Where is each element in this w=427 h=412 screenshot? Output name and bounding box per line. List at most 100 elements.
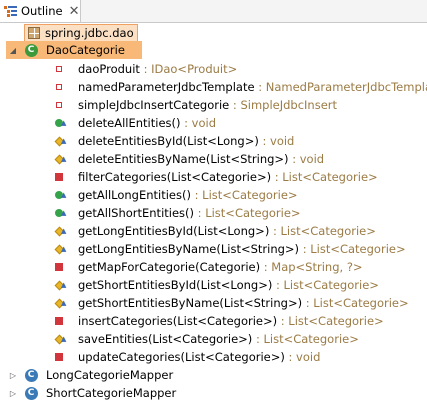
tree-item-member[interactable]: ▲ saveEntities(List<Categorie>) : List<Ca…: [52, 330, 427, 348]
override-indicator-icon: ▲: [61, 281, 67, 289]
method-protected-icon: ▲: [52, 278, 66, 292]
close-icon[interactable]: ✕: [69, 5, 80, 18]
tree-item-member[interactable]: getMapForCategorie(Categorie) : Map<Stri…: [52, 258, 427, 276]
override-indicator-icon: ▲: [61, 155, 67, 163]
member-type: : List<Categorie>: [302, 296, 409, 310]
member-type: : void: [288, 152, 325, 166]
tree-item-member[interactable]: namedParameterJdbcTemplate : NamedParame…: [52, 78, 427, 96]
member-name: getShortEntitiesById(List<Long>): [78, 278, 273, 292]
override-indicator-icon: ▲: [61, 209, 67, 217]
member-name: getAllShortEntities(): [78, 206, 195, 220]
tree-item-member[interactable]: ▲ getAllShortEntities() : List<Categorie>: [52, 204, 427, 222]
tree-item-member[interactable]: ▲ deleteAllEntities() : void: [52, 114, 427, 132]
member-label: saveEntities(List<Categorie>) : List<Cat…: [78, 332, 359, 346]
method-protected-icon: ▲: [52, 224, 66, 238]
chevron-right-icon[interactable]: ▷: [8, 388, 18, 398]
tree-item-package[interactable]: spring.jdbc.dao: [24, 24, 138, 42]
member-name: saveEntities(List<Categorie>): [78, 332, 253, 346]
member-type: : List<Categorie>: [269, 224, 376, 238]
member-name: filterCategories(List<Categorie>): [78, 170, 272, 184]
member-label: filterCategories(List<Categorie>) : List…: [78, 170, 378, 184]
tree-item-member[interactable]: filterCategories(List<Categorie>) : List…: [52, 168, 427, 186]
method-protected-icon: ▲: [52, 134, 66, 148]
tree-item-member[interactable]: simpleJdbcInsertCategorie : SimpleJdbcIn…: [52, 96, 427, 114]
member-label: getShortEntitiesById(List<Long>) : List<…: [78, 278, 379, 292]
member-label: getLongEntitiesByName(List<String>) : Li…: [78, 242, 406, 256]
member-type: : void: [180, 116, 217, 130]
override-indicator-icon: ▲: [61, 245, 67, 253]
field-private-icon: [52, 98, 66, 112]
override-indicator-icon: ▲: [61, 191, 67, 199]
member-label: insertCategories(List<Categorie>) : List…: [78, 314, 384, 328]
member-type: : List<Categorie>: [194, 206, 301, 220]
member-label: daoProduit : IDao<Produit>: [78, 62, 237, 76]
tab-outline-label: Outline: [21, 4, 63, 18]
member-type: : List<Categorie>: [252, 332, 359, 346]
tree-item-member[interactable]: ▲ getLongEntitiesById(List<Long>) : List<…: [52, 222, 427, 240]
member-name: updateCategories(List<Categorie>): [78, 350, 285, 364]
tree-item-member[interactable]: ▲ getAllLongEntities() : List<Categorie>: [52, 186, 427, 204]
member-label: updateCategories(List<Categorie>) : void: [78, 350, 320, 364]
member-name: getLongEntitiesById(List<Long>): [78, 224, 270, 238]
member-type: : List<Categorie>: [271, 170, 378, 184]
tree-item-member[interactable]: ▲ deleteEntitiesById(List<Long>) : void: [52, 132, 427, 150]
override-indicator-icon: ▲: [61, 119, 67, 127]
member-label: getLongEntitiesById(List<Long>) : List<C…: [78, 224, 376, 238]
class-label: LongCategorieMapper: [46, 368, 174, 382]
method-private-icon: [52, 314, 66, 328]
member-name: insertCategories(List<Categorie>): [78, 314, 278, 328]
member-name: simpleJdbcInsertCategorie: [78, 98, 230, 112]
method-private-icon: [52, 350, 66, 364]
member-label: deleteEntitiesById(List<Long>) : void: [78, 134, 294, 148]
outline-view-icon: [4, 4, 18, 18]
member-name: getLongEntitiesByName(List<String>): [78, 242, 300, 256]
tree-item-class-longcategoriemapper[interactable]: ▷ C LongCategorieMapper: [6, 366, 246, 384]
view-tab-bar: Outline ✕: [0, 0, 427, 23]
method-protected-icon: ▲: [52, 296, 66, 310]
method-protected-icon: ▲: [52, 242, 66, 256]
member-label: getMapForCategorie(Categorie) : Map<Stri…: [78, 260, 363, 274]
tree-item-member[interactable]: ▲ getLongEntitiesByName(List<String>) : L…: [52, 240, 427, 258]
package-icon: [27, 26, 41, 40]
member-type: : List<Categorie>: [190, 188, 298, 202]
tree-item-class-shortcategoriemapper[interactable]: ▷ C ShortCategorieMapper: [6, 384, 246, 402]
override-indicator-icon: ▲: [61, 137, 67, 145]
member-label: simpleJdbcInsertCategorie : SimpleJdbcIn…: [78, 98, 337, 112]
member-name: daoProduit: [78, 62, 140, 76]
tree-item-member[interactable]: daoProduit : IDao<Produit>: [52, 60, 427, 78]
tree-item-member[interactable]: ▲ getShortEntitiesById(List<Long>) : List…: [52, 276, 427, 294]
member-name: namedParameterJdbcTemplate: [78, 80, 255, 94]
method-public-icon: ▲: [52, 206, 66, 220]
member-type: : void: [258, 134, 295, 148]
member-label: namedParameterJdbcTemplate : NamedParame…: [78, 80, 427, 94]
member-type: : Map<String, ?>: [260, 260, 363, 274]
tree-item-member[interactable]: ▲ getShortEntitiesByName(List<String>) : …: [52, 294, 427, 312]
method-private-icon: [52, 170, 66, 184]
member-name: getShortEntitiesByName(List<String>): [78, 296, 303, 310]
member-type: : SimpleJdbcInsert: [229, 98, 338, 112]
member-type: : IDao<Produit>: [139, 62, 238, 76]
method-protected-icon: ▲: [52, 332, 66, 346]
override-indicator-icon: ▲: [61, 335, 67, 343]
member-name: getMapForCategorie(Categorie): [78, 260, 261, 274]
method-private-icon: [52, 260, 66, 274]
override-indicator-icon: ▲: [61, 227, 67, 235]
chevron-right-icon[interactable]: ▷: [8, 370, 18, 380]
member-label: getAllShortEntities() : List<Categorie>: [78, 206, 301, 220]
tree-item-class-daocategorie[interactable]: ◢ C DaoCategorie: [6, 41, 142, 59]
package-label: spring.jdbc.dao: [45, 26, 134, 40]
method-protected-icon: ▲: [52, 152, 66, 166]
tree-item-member[interactable]: updateCategories(List<Categorie>) : void: [52, 348, 427, 366]
tree-item-member[interactable]: ▲ deleteEntitiesByName(List<String>) : vo…: [52, 150, 427, 168]
chevron-down-icon[interactable]: ◢: [8, 45, 18, 55]
member-type: : void: [284, 350, 321, 364]
class-icon: C: [24, 386, 38, 400]
tree-item-member[interactable]: insertCategories(List<Categorie>) : List…: [52, 312, 427, 330]
member-label: deleteAllEntities() : void: [78, 116, 216, 130]
member-name: deleteEntitiesByName(List<String>): [78, 152, 289, 166]
override-indicator-icon: ▲: [61, 299, 67, 307]
member-label: getAllLongEntities() : List<Categorie>: [78, 188, 298, 202]
tab-outline[interactable]: Outline ✕: [0, 0, 81, 22]
member-type: : List<Categorie>: [277, 314, 384, 328]
member-type: : List<Categorie>: [272, 278, 379, 292]
